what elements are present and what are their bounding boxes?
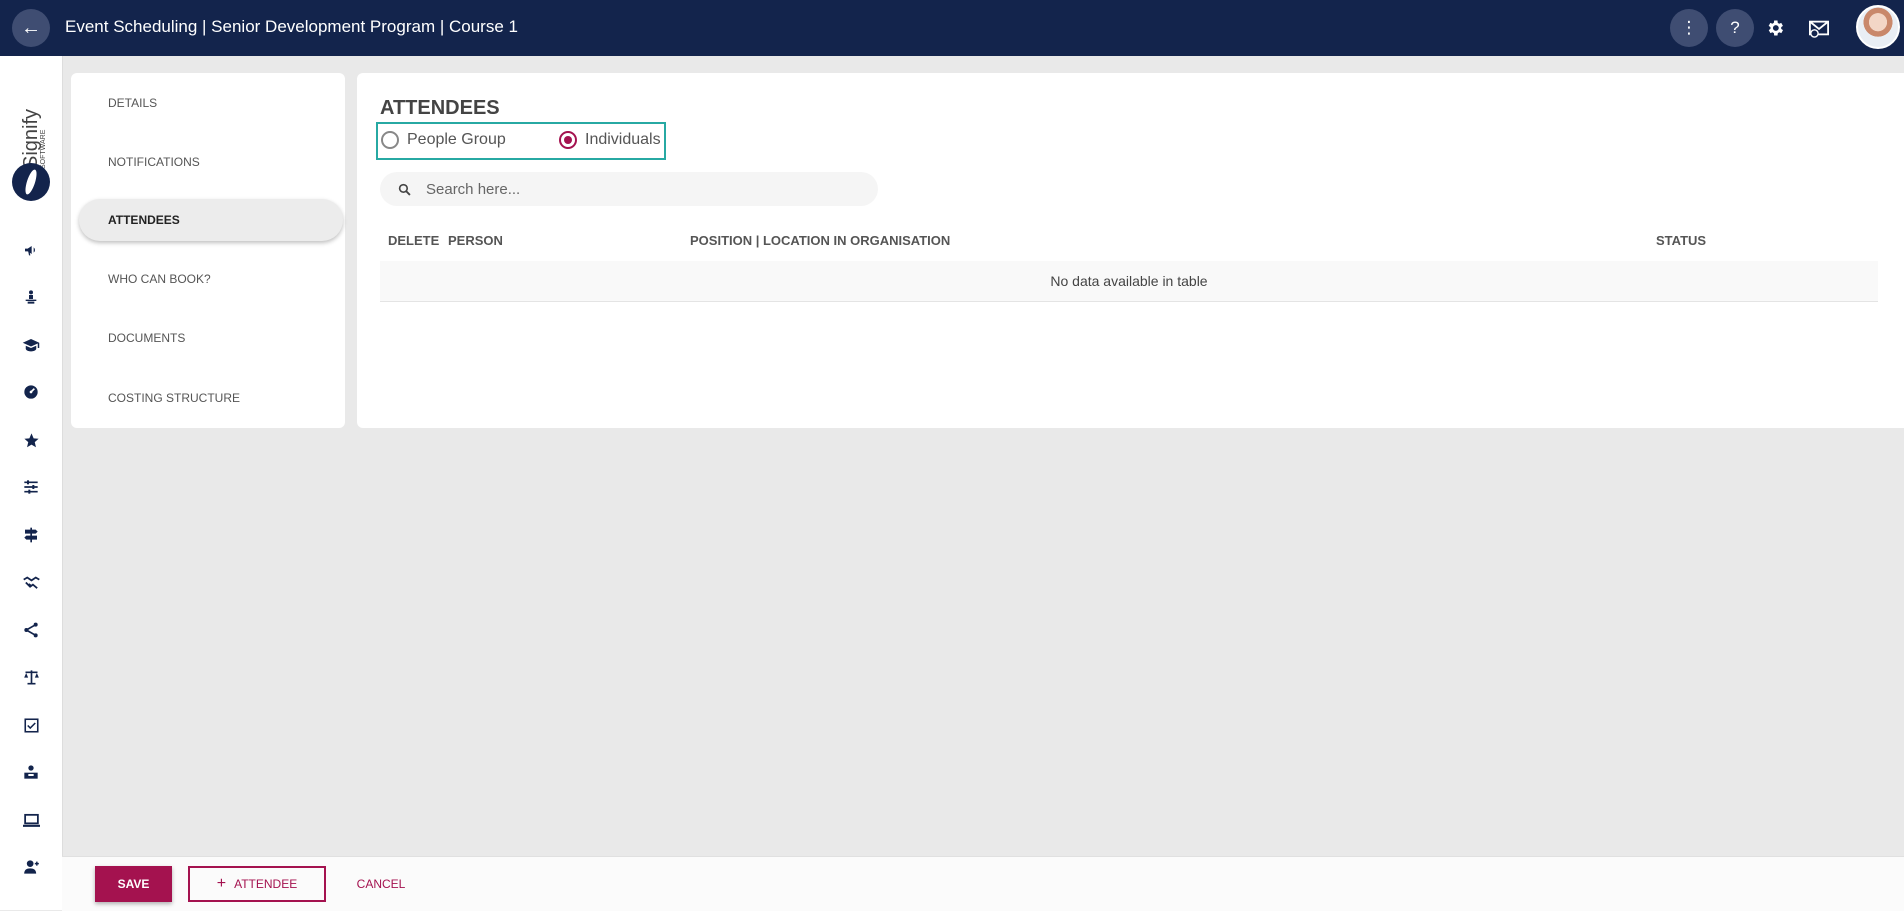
plus-icon: + — [216, 875, 227, 892]
search-input[interactable] — [424, 179, 848, 199]
add-attendee-button[interactable]: + ATTENDEE — [188, 866, 326, 902]
col-header-person[interactable]: PERSON — [448, 233, 503, 248]
radio-people-group-circle[interactable] — [381, 131, 399, 149]
col-header-status[interactable]: STATUS — [1656, 233, 1706, 248]
table-empty-row: No data available in table — [380, 261, 1878, 301]
search-icon — [396, 181, 412, 197]
panel-title: ATTENDEES — [380, 97, 500, 119]
logo-mark — [12, 163, 50, 201]
add-person-icon[interactable] — [19, 855, 43, 879]
signpost-icon[interactable] — [19, 523, 43, 547]
attendee-type-radio-group: People Group Individuals — [376, 122, 666, 160]
radio-people-group[interactable]: People Group — [381, 131, 506, 149]
left-nav-rail: Signify SOFTWARE — [0, 56, 63, 910]
help-icon: ? — [1730, 18, 1740, 37]
col-header-position[interactable]: POSITION | LOCATION IN ORGANISATION — [690, 233, 950, 248]
speedometer-icon[interactable] — [19, 380, 43, 404]
sections-nav: DETAILS NOTIFICATIONS ATTENDEES WHO CAN … — [71, 73, 345, 428]
star-icon[interactable] — [19, 428, 43, 452]
page-title: Event Scheduling | Senior Development Pr… — [65, 17, 518, 36]
svg-text:Signify: Signify — [20, 109, 42, 169]
scale-icon[interactable] — [19, 665, 43, 689]
more-vert-icon: ⋮ — [1680, 18, 1698, 37]
handshake-icon[interactable] — [19, 570, 43, 594]
radio-individuals-circle[interactable] — [559, 131, 577, 149]
avatar[interactable] — [1856, 5, 1900, 49]
checkbox-icon[interactable] — [19, 713, 43, 737]
add-attendee-label: ATTENDEE — [234, 877, 298, 891]
more-menu-button[interactable]: ⋮ — [1670, 9, 1708, 47]
gear-icon — [1768, 20, 1783, 36]
save-button[interactable]: SAVE — [95, 866, 172, 902]
person-podium-icon[interactable] — [19, 285, 43, 309]
back-button[interactable]: ← — [12, 9, 50, 47]
radio-people-group-label: People Group — [407, 131, 506, 148]
arrow-left-icon: ← — [21, 16, 41, 39]
cancel-button[interactable]: CANCEL — [346, 866, 416, 902]
top-bar: ← Event Scheduling | Senior Development … — [0, 0, 1904, 56]
network-icon[interactable] — [19, 618, 43, 642]
section-costing-structure[interactable]: COSTING STRUCTURE — [71, 377, 345, 419]
search-bar — [380, 172, 878, 206]
radio-individuals-label: Individuals — [585, 131, 661, 148]
footer-actions: SAVE + ATTENDEE CANCEL — [62, 856, 1904, 911]
section-notifications[interactable]: NOTIFICATIONS — [71, 141, 345, 183]
person-desk-icon[interactable] — [19, 760, 43, 784]
attendees-panel: ATTENDEES People Group Individuals DELET… — [357, 73, 1904, 428]
section-details[interactable]: DETAILS — [71, 82, 345, 124]
help-button[interactable]: ? — [1716, 9, 1754, 47]
table-bottom-divider — [380, 301, 1878, 302]
section-documents[interactable]: DOCUMENTS — [71, 317, 345, 359]
megaphone-icon[interactable] — [19, 238, 43, 262]
section-who-can-book[interactable]: WHO CAN BOOK? — [71, 258, 345, 300]
col-header-delete[interactable]: DELETE — [388, 233, 439, 248]
laptop-icon[interactable] — [19, 808, 43, 832]
messages-button[interactable] — [1806, 15, 1832, 41]
settings-button[interactable] — [1762, 15, 1788, 41]
radio-individuals[interactable]: Individuals — [559, 131, 661, 149]
sliders-icon[interactable] — [19, 475, 43, 499]
section-attendees[interactable]: ATTENDEES — [79, 199, 343, 241]
svg-text:SOFTWARE: SOFTWARE — [40, 129, 47, 169]
signify-logo: Signify SOFTWARE — [20, 109, 47, 169]
mail-icon — [1809, 20, 1829, 38]
graduation-cap-icon[interactable] — [19, 333, 43, 357]
